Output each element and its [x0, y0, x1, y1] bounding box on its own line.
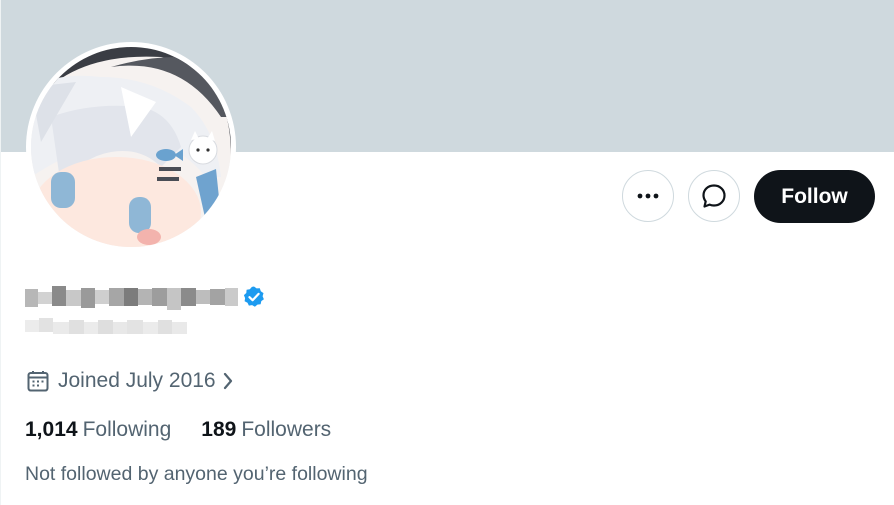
followers-count: 189: [201, 418, 237, 441]
display-name-row: [25, 283, 266, 311]
following-count: 1,014: [25, 418, 78, 441]
follow-button[interactable]: Follow: [754, 170, 875, 223]
message-button[interactable]: [688, 170, 740, 222]
joined-date[interactable]: Joined July 2016: [26, 369, 234, 393]
handle-blurred: [25, 318, 187, 334]
chevron-right-icon: [222, 371, 234, 391]
mutual-followers-note: Not followed by anyone you’re following: [25, 463, 368, 485]
followers-label: Followers: [241, 418, 332, 441]
more-button[interactable]: [622, 170, 674, 222]
calendar-icon: [27, 371, 49, 392]
more-horizontal-icon: [637, 193, 659, 199]
joined-text: Joined July 2016: [58, 369, 216, 392]
avatar[interactable]: [31, 47, 231, 247]
follow-stats: 1,014 Following 189 Followers: [25, 418, 361, 442]
verified-badge-icon[interactable]: [242, 285, 266, 309]
message-bubble-icon: [702, 184, 726, 208]
avatar-ring[interactable]: [26, 42, 236, 252]
following-link[interactable]: 1,014 Following: [25, 418, 171, 442]
following-label: Following: [82, 418, 172, 441]
followers-link[interactable]: 189 Followers: [201, 418, 331, 442]
avatar-image: [31, 47, 231, 247]
display-name-blurred: [25, 284, 238, 310]
